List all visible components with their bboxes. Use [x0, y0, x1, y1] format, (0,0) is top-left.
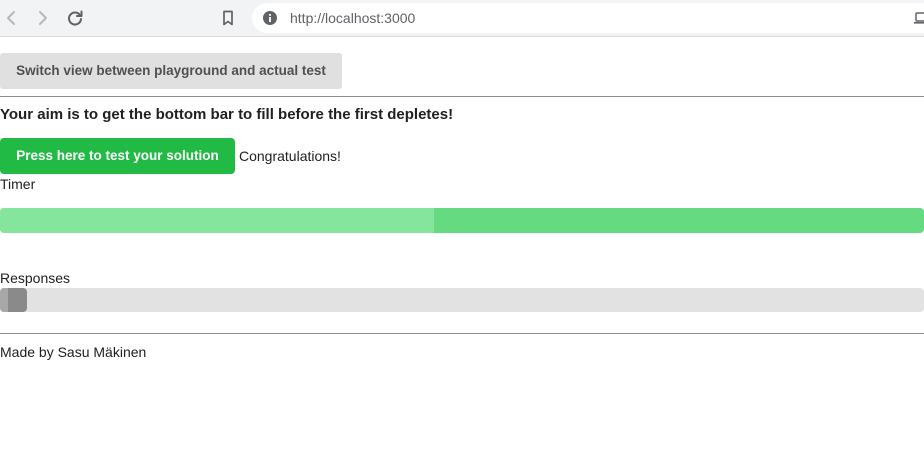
- responses-label: Responses: [0, 270, 71, 286]
- bottom-divider: [0, 333, 924, 334]
- url-text[interactable]: http://localhost:3000: [290, 10, 415, 26]
- forward-button[interactable]: [30, 6, 54, 30]
- timer-progress-fill: [0, 208, 435, 233]
- laptop-icon[interactable]: [914, 10, 924, 26]
- switch-view-button[interactable]: Switch view between playground and actua…: [0, 53, 342, 89]
- arrow-right-icon: [39, 11, 47, 25]
- timer-progress-bar: [0, 208, 924, 233]
- arrow-left-icon: [7, 11, 15, 25]
- address-bar[interactable]: http://localhost:3000: [252, 3, 924, 33]
- bookmark-icon: [223, 10, 233, 26]
- top-divider: [0, 96, 924, 97]
- timer-label: Timer: [0, 176, 36, 192]
- aim-heading: Your aim is to get the bottom bar to fil…: [0, 106, 454, 123]
- footer-credit: Made by Sasu Mäkinen: [0, 344, 147, 360]
- responses-progress-fill: [0, 288, 27, 312]
- reload-icon: [68, 10, 83, 26]
- reload-button[interactable]: [63, 6, 87, 30]
- responses-progress-bar: [0, 288, 924, 312]
- info-icon[interactable]: [262, 10, 278, 26]
- status-message: Congratulations!: [239, 148, 341, 164]
- bookmark-button[interactable]: [216, 6, 240, 30]
- test-solution-button[interactable]: Press here to test your solution: [0, 138, 235, 174]
- browser-toolbar: http://localhost:3000: [0, 0, 924, 37]
- back-button[interactable]: [0, 6, 24, 30]
